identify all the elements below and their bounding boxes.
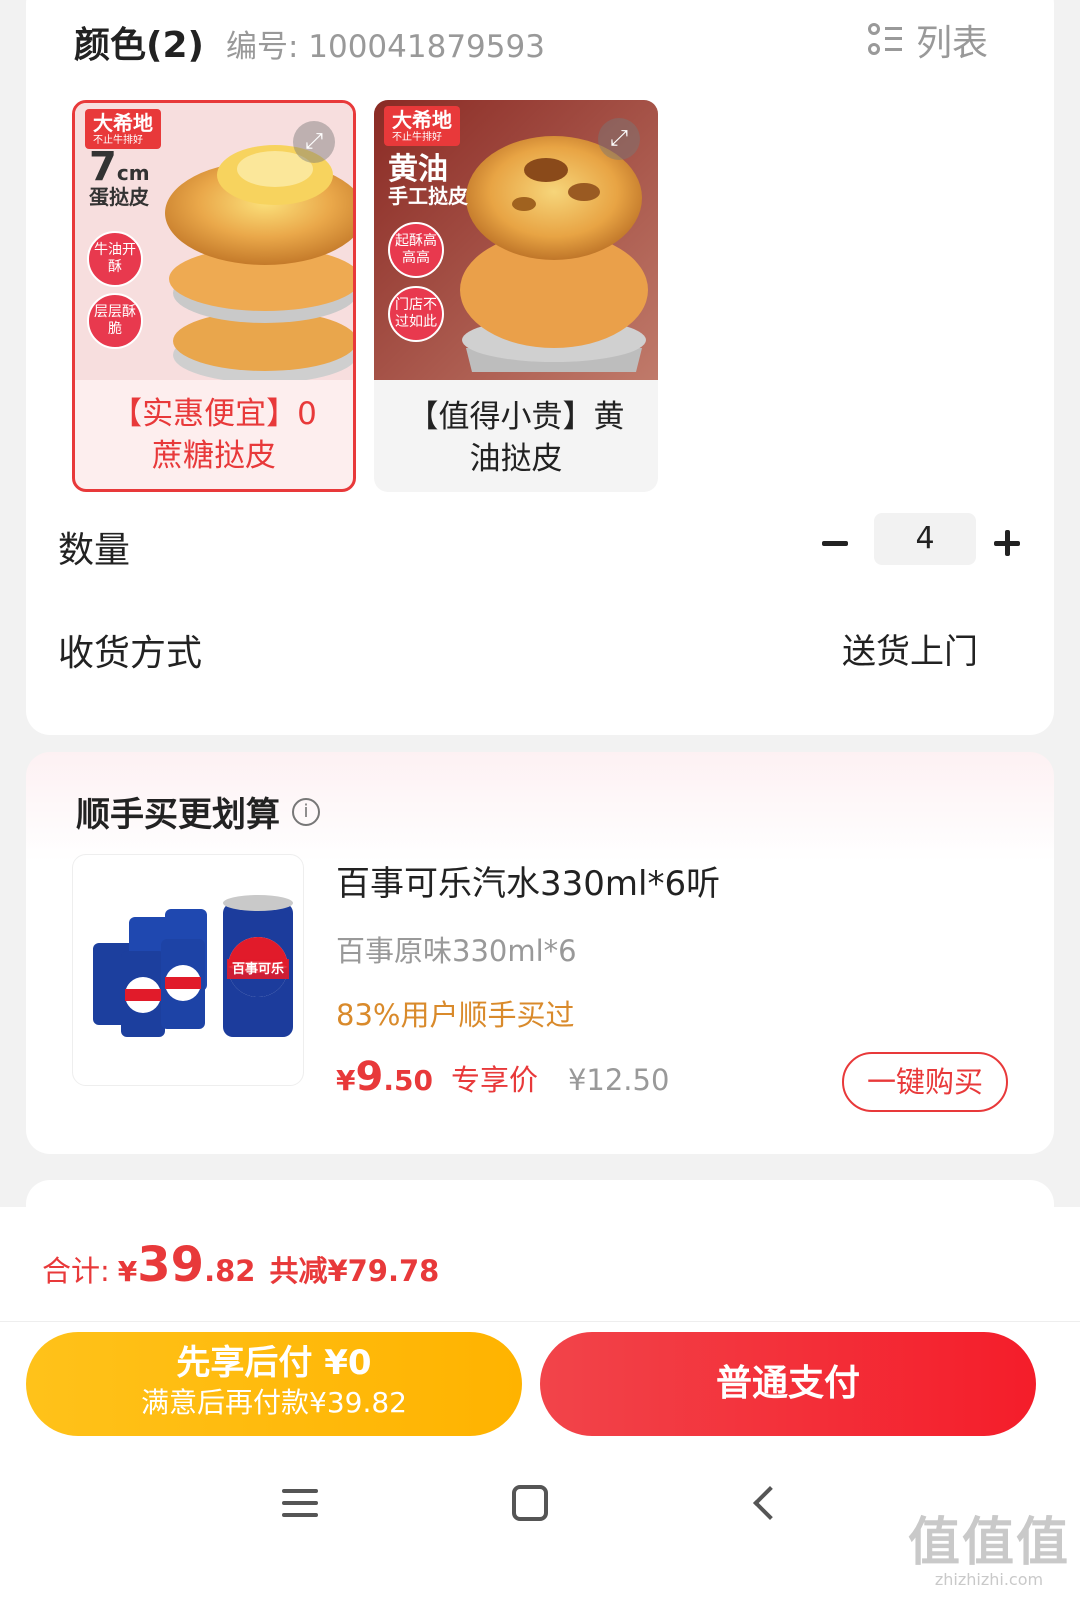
variant-label: 【值得小贵】黄油挞皮 [407, 399, 625, 477]
quantity-label: 数量 [58, 530, 131, 571]
total-discount: 共减¥79.78 [269, 1254, 440, 1288]
watermark-url: zhizhizhi.com [934, 1570, 1044, 1589]
quantity-decrease-button[interactable] [816, 523, 856, 563]
watermark-logo: 值值值 zhizhizhi.com [908, 1515, 1070, 1589]
divider [0, 1321, 1080, 1322]
quantity-increase-button[interactable] [988, 523, 1028, 563]
expand-icon[interactable]: ⤢ [598, 118, 640, 160]
total-decimal: .82 [204, 1254, 256, 1288]
delivery-label: 收货方式 [58, 633, 203, 674]
total-label: 合计: [42, 1254, 110, 1288]
total-summary: 合计: ¥ 39 .82 共减¥79.78 [42, 1237, 439, 1293]
quantity-row: 数量 4 [58, 513, 1028, 573]
product-name[interactable]: 百事可乐汽水330ml*6听 [336, 856, 720, 905]
sku-number: 编号: 100041879593 [225, 29, 545, 65]
product-social-proof: 83%用户顺手买过 [336, 998, 575, 1032]
list-view-toggle[interactable]: 列表 [867, 14, 988, 66]
feature-badge: 门店不过如此 [388, 286, 444, 342]
total-integer: 39 [137, 1237, 205, 1293]
product-spec: 百事原味330ml*6 [336, 934, 577, 968]
pay-later-title: 先享后付 ¥0 [176, 1343, 372, 1383]
feature-badge: 起酥高高高 [388, 222, 444, 278]
promo-text: 7cm 蛋挞皮 [89, 144, 150, 209]
back-icon[interactable] [753, 1486, 787, 1520]
color-title: 颜色(2) [74, 25, 204, 66]
spec-card: 颜色(2) 编号: 100041879593 列表 大希地 不止牛排好 7cm … [26, 0, 1054, 735]
variant-option-2[interactable]: 大希地 不止牛排好 黄油 手工挞皮 起酥高高高 门店不过如此 ⤢ 【值得小贵】黄… [374, 100, 658, 492]
addon-card: 顺手买更划算 i 百事可乐 百事可乐汽水330ml*6听 百事原味330ml*6… [26, 752, 1054, 1154]
original-price: ¥12.50 [567, 1063, 670, 1097]
variant-label: 【实惠便宜】0蔗糖挞皮 [111, 396, 317, 474]
variant-image: 大希地 不止牛排好 黄油 手工挞皮 起酥高高高 门店不过如此 ⤢ [374, 100, 658, 380]
checkout-footer: 合计: ¥ 39 .82 共减¥79.78 先享后付 ¥0 满意后再付款¥39.… [0, 1207, 1080, 1597]
variant-option-1[interactable]: 大希地 不止牛排好 7cm 蛋挞皮 牛油开酥 层层酥脆 ⤢ 【实惠便宜】0蔗糖挞… [72, 100, 356, 492]
menu-icon[interactable] [282, 1485, 318, 1521]
pay-now-button[interactable]: 普通支付 [540, 1332, 1036, 1436]
delivery-row[interactable]: 收货方式 送货上门 [58, 616, 1028, 676]
pay-later-subtitle: 满意后再付款¥39.82 [141, 1386, 407, 1419]
expand-icon[interactable]: ⤢ [293, 121, 335, 163]
brand-tag: 大希地 不止牛排好 [384, 106, 460, 146]
brand-tag: 大希地 不止牛排好 [85, 109, 161, 149]
price-currency: ¥ [336, 1064, 356, 1097]
product-image[interactable]: 百事可乐 [72, 854, 304, 1086]
delivery-value: 送货上门 [842, 632, 978, 672]
addon-title: 顺手买更划算 [76, 795, 280, 835]
info-icon[interactable]: i [292, 797, 320, 826]
home-icon[interactable] [512, 1485, 548, 1521]
variant-image: 大希地 不止牛排好 7cm 蛋挞皮 牛油开酥 层层酥脆 ⤢ [75, 103, 353, 380]
product-price: ¥ 9 .50 专享价 ¥12.50 [336, 1054, 669, 1100]
feature-badge: 层层酥脆 [87, 293, 143, 349]
promo-text: 黄油 手工挞皮 [388, 152, 468, 209]
variant-list: 大希地 不止牛排好 7cm 蛋挞皮 牛油开酥 层层酥脆 ⤢ 【实惠便宜】0蔗糖挞… [72, 100, 658, 492]
color-header: 颜色(2) 编号: 100041879593 [74, 16, 545, 68]
can-label: 百事可乐 [232, 961, 284, 977]
price-integer: 9 [355, 1054, 384, 1100]
list-toggle-label: 列表 [915, 23, 988, 64]
feature-badge: 牛油开酥 [87, 231, 143, 287]
watermark-text: 值值值 [907, 1513, 1070, 1573]
price-decimal: .50 [383, 1064, 433, 1097]
total-currency: ¥ [117, 1255, 138, 1288]
pay-later-button[interactable]: 先享后付 ¥0 满意后再付款¥39.82 [26, 1332, 522, 1436]
addon-header: 顺手买更划算 i [76, 787, 320, 836]
list-view-icon [867, 23, 902, 57]
one-click-buy-button[interactable]: 一键购买 [842, 1052, 1008, 1112]
price-tag: 专享价 [450, 1063, 538, 1097]
quantity-input[interactable]: 4 [874, 513, 976, 565]
